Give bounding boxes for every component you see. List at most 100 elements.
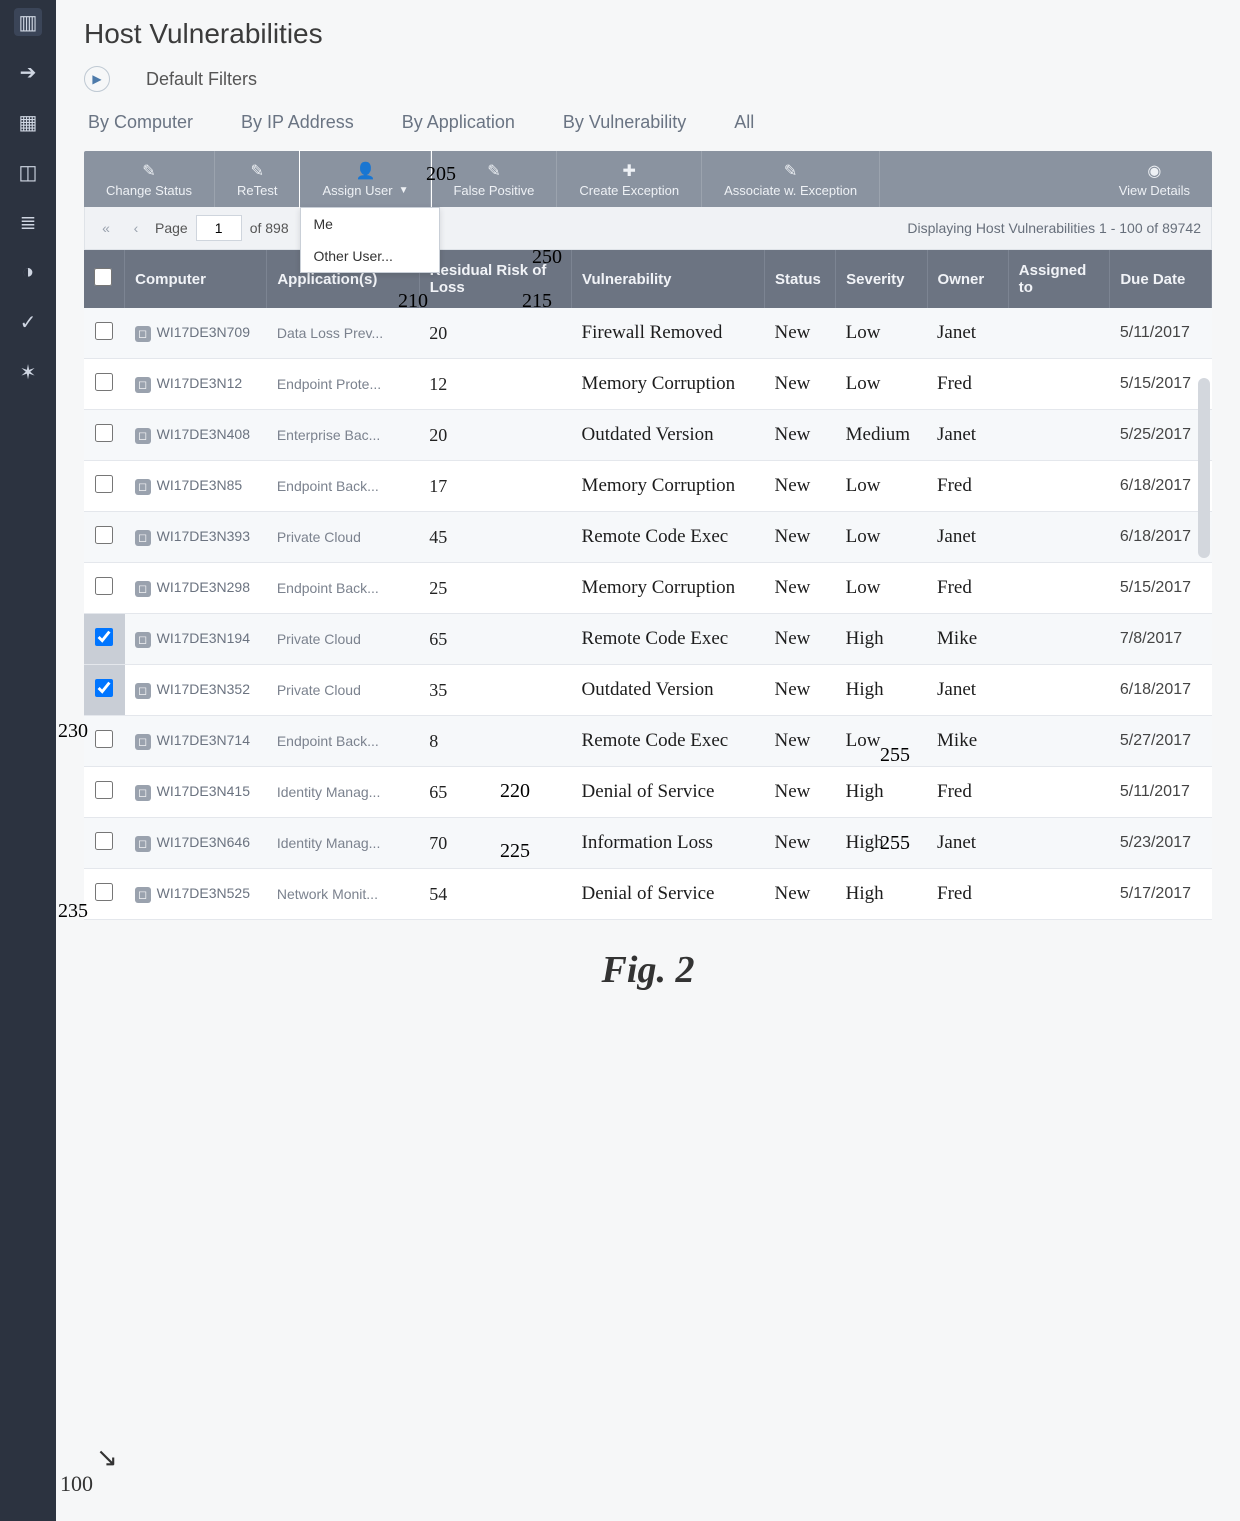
- cell-owner: Janet: [937, 322, 976, 343]
- row-checkbox[interactable]: [95, 730, 113, 748]
- table-row[interactable]: ◻WI17DE3N714Endpoint Back...8Remote Code…: [84, 716, 1212, 767]
- col-vulnerability[interactable]: Vulnerability: [572, 250, 765, 308]
- row-checkbox[interactable]: [95, 373, 113, 391]
- tab-by-computer[interactable]: By Computer: [84, 104, 197, 141]
- cell-residual: 25: [429, 578, 447, 598]
- status-dot-icon: ◻: [135, 479, 151, 495]
- row-checkbox[interactable]: [95, 577, 113, 595]
- tab-by-vulnerability[interactable]: By Vulnerability: [559, 104, 690, 141]
- box-icon[interactable]: ◫: [14, 158, 42, 186]
- pager-prev-button[interactable]: ‹: [125, 220, 147, 236]
- status-dot-icon: ◻: [135, 581, 151, 597]
- cell-application: Identity Manag...: [277, 784, 381, 800]
- vertical-scrollbar[interactable]: [1198, 378, 1210, 558]
- cell-status: New: [775, 781, 811, 802]
- view-details-label: View Details: [1119, 183, 1190, 198]
- cell-residual: 45: [429, 527, 447, 547]
- status-dot-icon: ◻: [135, 326, 151, 342]
- associate-exception-button[interactable]: ✎ Associate w. Exception: [702, 151, 880, 207]
- cell-vulnerability: Firewall Removed: [582, 322, 723, 343]
- assign-user-button[interactable]: 👤 Assign User ▼ Me Other User...: [300, 151, 431, 207]
- row-checkbox[interactable]: [95, 526, 113, 544]
- table-row[interactable]: ◻WI17DE3N646Identity Manag...70Informati…: [84, 818, 1212, 869]
- pager-of-label: of 898: [250, 220, 289, 236]
- assign-menu-other[interactable]: Other User...: [301, 240, 439, 272]
- false-positive-button[interactable]: ✎ False Positive: [431, 151, 557, 207]
- row-checkbox[interactable]: [95, 883, 113, 901]
- table-row[interactable]: ◻WI17DE3N12Endpoint Prote...12Memory Cor…: [84, 359, 1212, 410]
- cell-due: 6/18/2017: [1120, 681, 1191, 698]
- cell-status: New: [775, 679, 811, 700]
- pager-first-button[interactable]: «: [95, 220, 117, 236]
- pager: « ‹ Page of 898 › » Displaying Host Vuln…: [84, 207, 1212, 250]
- pager-page-label: Page: [155, 220, 188, 236]
- cell-due: 5/27/2017: [1120, 732, 1191, 749]
- create-exception-button[interactable]: ✚ Create Exception: [557, 151, 702, 207]
- row-checkbox[interactable]: [95, 679, 113, 697]
- cell-severity: High: [846, 781, 884, 802]
- row-checkbox[interactable]: [95, 424, 113, 442]
- select-all-checkbox[interactable]: [94, 268, 112, 286]
- cell-application: Private Cloud: [277, 529, 361, 545]
- pager-page-input[interactable]: [196, 215, 242, 241]
- cell-vulnerability: Denial of Service: [582, 781, 715, 802]
- tab-all[interactable]: All: [730, 104, 758, 141]
- cell-vulnerability: Outdated Version: [582, 424, 714, 445]
- view-details-button[interactable]: ◉ View Details: [1097, 151, 1212, 207]
- refresh-icon[interactable]: ✓: [14, 308, 42, 336]
- col-status[interactable]: Status: [765, 250, 836, 308]
- col-owner[interactable]: Owner: [927, 250, 1008, 308]
- cell-residual: 20: [429, 323, 447, 343]
- table-row[interactable]: ◻WI17DE3N393Private Cloud45Remote Code E…: [84, 512, 1212, 563]
- table-row[interactable]: ◻WI17DE3N85Endpoint Back...17Memory Corr…: [84, 461, 1212, 512]
- table-row[interactable]: ◻WI17DE3N415Identity Manag...65Denial of…: [84, 767, 1212, 818]
- change-status-button[interactable]: ✎ Change Status: [84, 151, 215, 207]
- cell-due: 5/17/2017: [1120, 885, 1191, 902]
- col-assigned[interactable]: Assigned to: [1008, 250, 1110, 308]
- col-severity[interactable]: Severity: [836, 250, 927, 308]
- table-row[interactable]: ◻WI17DE3N352Private Cloud35Outdated Vers…: [84, 665, 1212, 716]
- cell-status: New: [775, 883, 811, 904]
- status-dot-icon: ◻: [135, 836, 151, 852]
- status-dot-icon: ◻: [135, 683, 151, 699]
- cell-computer: WI17DE3N646: [157, 834, 250, 850]
- arrow-right-icon[interactable]: ➔: [14, 58, 42, 86]
- tag-icon[interactable]: ◑: [14, 258, 42, 286]
- cell-severity: High: [846, 679, 884, 700]
- table-row[interactable]: ◻WI17DE3N709Data Loss Prev...20Firewall …: [84, 308, 1212, 359]
- retest-button[interactable]: ✎ ReTest: [215, 151, 300, 207]
- row-checkbox[interactable]: [95, 832, 113, 850]
- status-dot-icon: ◻: [135, 887, 151, 903]
- cell-application: Endpoint Back...: [277, 580, 379, 596]
- row-checkbox[interactable]: [95, 781, 113, 799]
- table-row[interactable]: ◻WI17DE3N194Private Cloud65Remote Code E…: [84, 614, 1212, 665]
- cell-due: 5/23/2017: [1120, 834, 1191, 851]
- play-icon[interactable]: ▶: [84, 66, 110, 92]
- row-checkbox[interactable]: [95, 322, 113, 340]
- row-checkbox[interactable]: [95, 628, 113, 646]
- cell-owner: Janet: [937, 679, 976, 700]
- col-due[interactable]: Due Date: [1110, 250, 1212, 308]
- chart-icon[interactable]: ▥: [14, 8, 42, 36]
- cell-application: Data Loss Prev...: [277, 325, 383, 341]
- cell-severity: High: [846, 832, 884, 853]
- false-positive-label: False Positive: [453, 183, 534, 198]
- gear-icon[interactable]: ✶: [14, 358, 42, 386]
- cell-vulnerability: Remote Code Exec: [582, 730, 729, 751]
- row-checkbox[interactable]: [95, 475, 113, 493]
- cell-residual: 20: [429, 425, 447, 445]
- assign-menu-me[interactable]: Me: [301, 208, 439, 240]
- tab-by-application[interactable]: By Application: [398, 104, 519, 141]
- col-residual[interactable]: Residual Risk of Loss: [419, 250, 571, 308]
- tab-by-ip-address[interactable]: By IP Address: [237, 104, 358, 141]
- col-computer[interactable]: Computer: [125, 250, 267, 308]
- table-row[interactable]: ◻WI17DE3N525Network Monit...54Denial of …: [84, 869, 1212, 920]
- grid-icon[interactable]: ▦: [14, 108, 42, 136]
- list-icon[interactable]: ≣: [14, 208, 42, 236]
- table-row[interactable]: ◻WI17DE3N298Endpoint Back...25Memory Cor…: [84, 563, 1212, 614]
- cell-computer: WI17DE3N415: [157, 783, 250, 799]
- cell-due: 6/18/2017: [1120, 477, 1191, 494]
- status-dot-icon: ◻: [135, 530, 151, 546]
- table-row[interactable]: ◻WI17DE3N408Enterprise Bac...20Outdated …: [84, 410, 1212, 461]
- cell-status: New: [775, 424, 811, 445]
